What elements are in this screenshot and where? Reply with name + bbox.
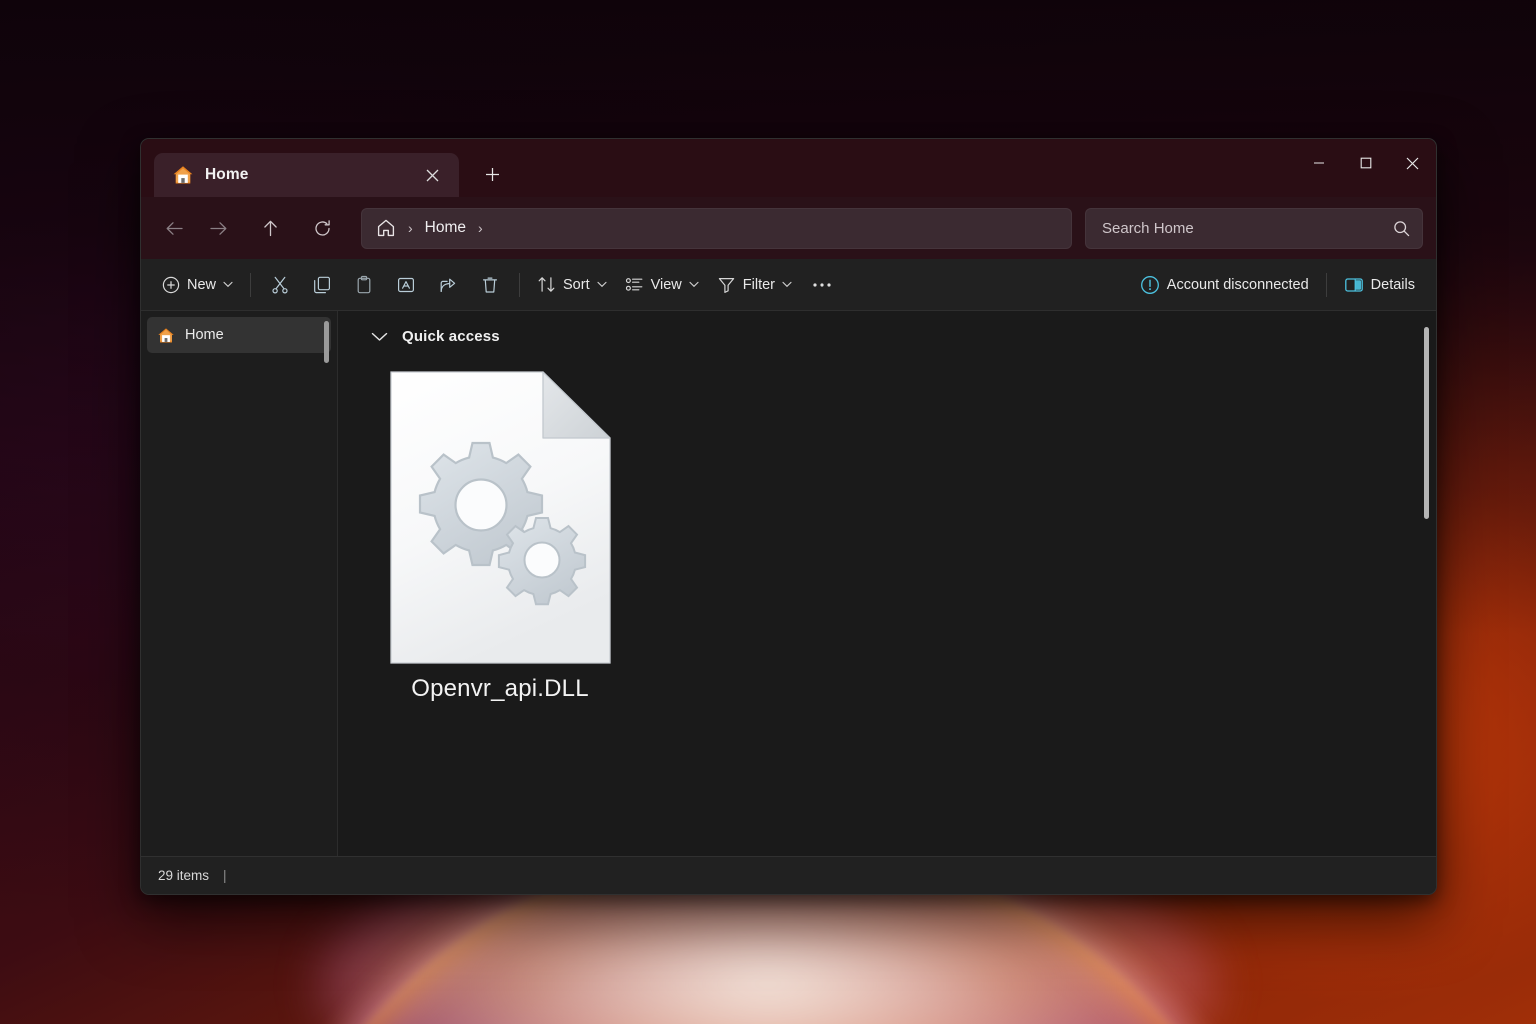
new-label: New	[187, 276, 217, 293]
scissors-icon	[272, 276, 288, 294]
details-pane-icon	[1344, 277, 1363, 292]
chevron-down-icon	[597, 281, 607, 288]
chevron-down-icon	[689, 281, 699, 288]
details-label: Details	[1370, 276, 1415, 293]
copy-icon	[314, 276, 331, 293]
file-explorer-window: Home › Home › Search Home New Sort View …	[140, 138, 1437, 895]
back-button[interactable]	[154, 208, 195, 249]
search-box[interactable]	[1085, 207, 1423, 249]
alert-circle-icon	[1140, 275, 1159, 294]
toolbar-divider-2	[519, 272, 521, 297]
arrow-up-icon	[264, 220, 277, 236]
rename-button[interactable]	[385, 266, 427, 304]
arrow-left-icon	[166, 221, 183, 235]
view-icon	[625, 278, 643, 291]
group-label: Quick access	[402, 328, 500, 345]
up-button[interactable]	[250, 208, 291, 249]
file-grid: Openvr_api.DLL	[338, 345, 1436, 712]
refresh-icon	[315, 219, 330, 236]
chevron-down-icon	[782, 281, 792, 288]
copy-button[interactable]	[301, 266, 343, 304]
sort-button[interactable]: Sort	[528, 266, 616, 304]
share-button[interactable]	[427, 266, 469, 304]
sort-icon	[538, 277, 555, 292]
title-bar: Home	[141, 139, 1436, 197]
details-button[interactable]: Details	[1335, 266, 1424, 304]
home-icon	[158, 327, 174, 342]
filter-icon	[718, 278, 734, 293]
file-name-label: Openvr_api.DLL	[411, 675, 589, 702]
close-button[interactable]	[1389, 139, 1436, 187]
tab-home[interactable]: Home	[154, 153, 459, 197]
window-controls	[1295, 139, 1436, 187]
item-count-label: 29 items	[158, 868, 210, 883]
paste-button[interactable]	[343, 266, 385, 304]
chevron-down-icon	[223, 281, 233, 288]
close-icon	[1406, 157, 1419, 169]
breadcrumb-separator-2[interactable]: ›	[474, 220, 487, 236]
dll-file-icon	[389, 371, 611, 664]
paste-icon	[357, 275, 371, 293]
delete-button[interactable]	[469, 266, 511, 304]
view-button[interactable]: View	[616, 266, 708, 304]
search-input[interactable]	[1102, 219, 1385, 237]
refresh-button[interactable]	[302, 208, 343, 249]
toolbar-divider-1	[250, 272, 252, 297]
sort-label: Sort	[563, 276, 590, 293]
rename-icon	[398, 277, 415, 292]
view-label: View	[650, 276, 682, 293]
search-icon[interactable]	[1393, 220, 1410, 237]
navigation-pane: Home	[141, 311, 338, 856]
breadcrumb-separator-1[interactable]: ›	[404, 220, 417, 236]
arrow-right-icon	[210, 221, 227, 235]
status-separator: |	[223, 868, 227, 883]
ellipsis-icon	[813, 282, 831, 287]
account-status-button[interactable]: Account disconnected	[1131, 266, 1318, 304]
navigation-bar: › Home ›	[141, 197, 1436, 259]
status-bar: 29 items |	[141, 856, 1436, 894]
maximize-button[interactable]	[1342, 139, 1389, 187]
filter-label: Filter	[742, 276, 776, 293]
toolbar-divider-3	[1325, 272, 1327, 297]
file-item[interactable]: Openvr_api.DLL	[384, 363, 616, 712]
new-button[interactable]: New	[153, 266, 242, 304]
share-icon	[440, 278, 456, 292]
plus-icon	[485, 167, 499, 181]
explorer-body: Home Quick access Openvr_api.DLL	[141, 311, 1436, 856]
tab-strip: Home	[141, 139, 511, 197]
tab-close-icon[interactable]	[417, 160, 447, 190]
sidebar-scrollbar-thumb[interactable]	[324, 321, 329, 363]
forward-button[interactable]	[198, 208, 239, 249]
sidebar-item-home[interactable]: Home	[147, 317, 331, 353]
desktop: Home › Home › Search Home New Sort View …	[0, 0, 1536, 1024]
address-bar[interactable]: › Home ›	[361, 207, 1072, 249]
tab-label: Home	[205, 166, 249, 183]
file-list-pane[interactable]: Quick access Openvr_api.DLL	[338, 311, 1436, 856]
content-scrollbar-thumb[interactable]	[1424, 327, 1429, 519]
account-status-label: Account disconnected	[1166, 276, 1309, 293]
home-outline-icon[interactable]	[376, 218, 396, 238]
cut-button[interactable]	[259, 266, 301, 304]
filter-button[interactable]: Filter	[708, 266, 801, 304]
chevron-down-icon[interactable]	[371, 332, 388, 342]
trash-icon	[483, 277, 498, 293]
new-tab-button[interactable]	[473, 155, 511, 193]
breadcrumb-item-home[interactable]: Home	[425, 219, 466, 237]
minimize-icon	[1313, 162, 1324, 164]
group-header-quick-access[interactable]: Quick access	[338, 311, 1436, 345]
new-plus-icon	[162, 276, 180, 293]
sidebar-item-label: Home	[185, 327, 224, 343]
home-icon	[173, 166, 193, 184]
minimize-button[interactable]	[1295, 139, 1342, 187]
maximize-icon	[1360, 157, 1371, 169]
command-bar: New Sort View Filter Account disconnecte…	[141, 259, 1436, 311]
see-more-button[interactable]	[801, 266, 843, 304]
